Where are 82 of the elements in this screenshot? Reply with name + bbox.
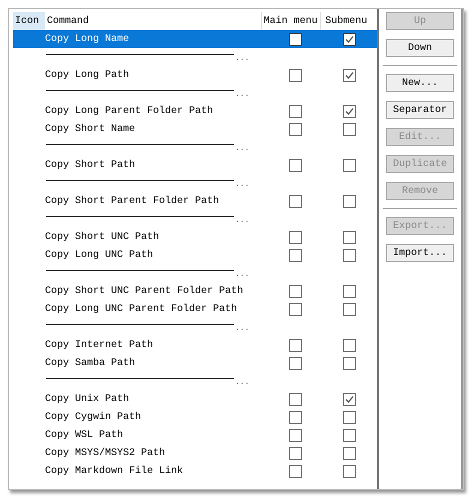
checked-checkbox[interactable] (343, 32, 356, 46)
separator-label[interactable]: ... (235, 269, 250, 281)
command-label: Copy Long Path (45, 68, 130, 82)
action-button[interactable]: New... (386, 74, 454, 92)
command-row[interactable]: Copy Short Name (13, 120, 377, 138)
separator-label[interactable]: ... (235, 323, 250, 335)
command-row[interactable]: Copy Markdown File Link (13, 462, 377, 480)
checkbox[interactable] (288, 230, 302, 244)
command-label: Copy Short Path (45, 158, 136, 172)
command-row[interactable]: Copy Samba Path (13, 354, 377, 372)
checkbox[interactable] (343, 248, 356, 262)
column-header[interactable]: Icon (13, 12, 45, 30)
command-label: Copy Long UNC Path (45, 248, 154, 262)
command-label: Copy Short UNC Path (45, 230, 160, 244)
command-row[interactable]: Copy MSYS/MSYS2 Path (13, 444, 377, 462)
checkbox[interactable] (288, 464, 302, 478)
checkbox[interactable] (343, 122, 356, 136)
checkbox[interactable] (343, 194, 356, 208)
action-button[interactable]: Down (386, 39, 454, 57)
checkbox[interactable] (343, 410, 356, 424)
separator-label[interactable]: ... (235, 53, 250, 65)
action-button[interactable]: Separator (386, 101, 454, 119)
command-label: Copy Samba Path (45, 356, 136, 370)
separator-label[interactable]: ... (235, 179, 250, 191)
checkbox[interactable] (343, 230, 356, 244)
command-row[interactable]: Copy Short Parent Folder Path (13, 192, 377, 210)
command-row[interactable]: Copy Internet Path (13, 336, 377, 354)
command-label: Copy Short Name (45, 122, 136, 136)
separator-label[interactable]: ... (235, 215, 250, 227)
separator-label[interactable]: ... (235, 89, 250, 101)
checked-checkbox[interactable] (343, 68, 356, 82)
checkbox[interactable] (343, 356, 356, 370)
checkbox[interactable] (343, 302, 356, 316)
checkbox[interactable] (343, 284, 356, 298)
checkbox[interactable] (288, 158, 302, 172)
checkbox[interactable] (288, 104, 302, 118)
checkbox[interactable] (343, 428, 356, 442)
action-button[interactable]: Import... (386, 244, 454, 262)
checkbox[interactable] (288, 302, 302, 316)
command-label: Copy Long UNC Parent Folder Path (45, 302, 238, 316)
checkbox[interactable] (288, 356, 302, 370)
separator-label[interactable]: ... (235, 377, 250, 389)
checkbox[interactable] (288, 338, 302, 352)
column-header[interactable]: Submenu (321, 12, 377, 30)
command-row[interactable]: Copy WSL Path (13, 426, 377, 444)
checkbox[interactable] (343, 338, 356, 352)
command-row[interactable]: Copy Long Path (13, 66, 377, 84)
checkbox[interactable] (288, 446, 302, 460)
command-row[interactable]: Copy Long UNC Parent Folder Path (13, 300, 377, 318)
command-row[interactable]: Copy Short UNC Parent Folder Path (13, 282, 377, 300)
command-row[interactable]: Copy Cygwin Path (13, 408, 377, 426)
checkbox[interactable] (288, 428, 302, 442)
checkbox[interactable] (288, 68, 302, 82)
checkbox[interactable] (288, 410, 302, 424)
checked-checkbox[interactable] (343, 392, 356, 406)
command-label: Copy Cygwin Path (45, 410, 142, 424)
command-label: Copy Short Parent Folder Path (45, 194, 220, 208)
command-label: Copy Unix Path (45, 392, 130, 406)
checkbox[interactable] (343, 464, 356, 478)
command-row[interactable]: Copy Unix Path (13, 390, 377, 408)
command-row[interactable]: Copy Long Parent Folder Path (13, 102, 377, 120)
command-label: Copy Long Name (45, 32, 130, 46)
checkbox[interactable] (343, 446, 356, 460)
command-row[interactable]: Copy Long UNC Path (13, 246, 377, 264)
command-row[interactable]: Copy Short Path (13, 156, 377, 174)
checkbox[interactable] (288, 194, 302, 208)
checkbox[interactable] (288, 122, 302, 136)
checkbox[interactable] (343, 158, 356, 172)
command-label: Copy Internet Path (45, 338, 154, 352)
command-label: Copy Short UNC Parent Folder Path (45, 284, 244, 298)
checkbox[interactable] (288, 392, 302, 406)
checkbox[interactable] (288, 248, 302, 262)
command-row[interactable]: Copy Short UNC Path (13, 228, 377, 246)
checkbox[interactable] (288, 284, 302, 298)
command-label: Copy Long Parent Folder Path (45, 104, 214, 118)
command-label: Copy Markdown File Link (45, 464, 184, 478)
checked-checkbox[interactable] (343, 104, 356, 118)
command-row[interactable]: Copy Long Name (13, 30, 377, 48)
checkbox[interactable] (288, 32, 302, 46)
command-label: Copy MSYS/MSYS2 Path (45, 446, 166, 460)
command-label: Copy WSL Path (45, 428, 124, 442)
separator-label[interactable]: ... (235, 143, 250, 155)
